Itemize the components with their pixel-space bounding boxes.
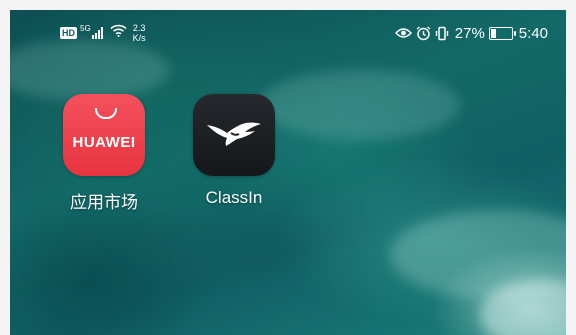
battery-icon (488, 26, 516, 40)
vibrate-icon (435, 26, 449, 41)
classin-bird-icon (207, 122, 261, 146)
speed-value: 2.3 (132, 23, 146, 33)
app-huawei-appgallery[interactable]: HUAWEI 应用市场 (49, 94, 159, 213)
signal-icon (91, 27, 104, 39)
app-label-appgallery[interactable]: 应用市场 (49, 188, 159, 213)
network-speed: 2.3 K/s (133, 23, 146, 43)
shopping-bag-icon (95, 108, 117, 119)
home-screen: HD 5G 2.3 K/s 27% 5:40 HUAWEI 应用市场 Class… (10, 10, 566, 335)
classin-icon[interactable] (193, 94, 275, 176)
status-left: HD 5G 2.3 K/s (60, 22, 146, 44)
wifi-icon (110, 24, 127, 42)
eye-icon (394, 27, 412, 39)
status-right: 27% 5:40 (394, 22, 548, 44)
battery-level (490, 28, 496, 38)
clock-time: 5:40 (518, 24, 548, 42)
app-label-classin[interactable]: ClassIn (179, 188, 289, 208)
status-bar: HD 5G 2.3 K/s 27% 5:40 (10, 10, 566, 54)
huawei-appgallery-icon[interactable]: HUAWEI (63, 94, 145, 176)
app-classin[interactable]: ClassIn (179, 94, 289, 208)
network-type: 5G (80, 23, 91, 33)
battery-percent: 27% (454, 24, 485, 42)
alarm-icon (416, 25, 431, 41)
speed-unit: K/s (132, 33, 146, 43)
huawei-icon-text: HUAWEI (72, 134, 136, 151)
hd-badge: HD (60, 27, 77, 39)
